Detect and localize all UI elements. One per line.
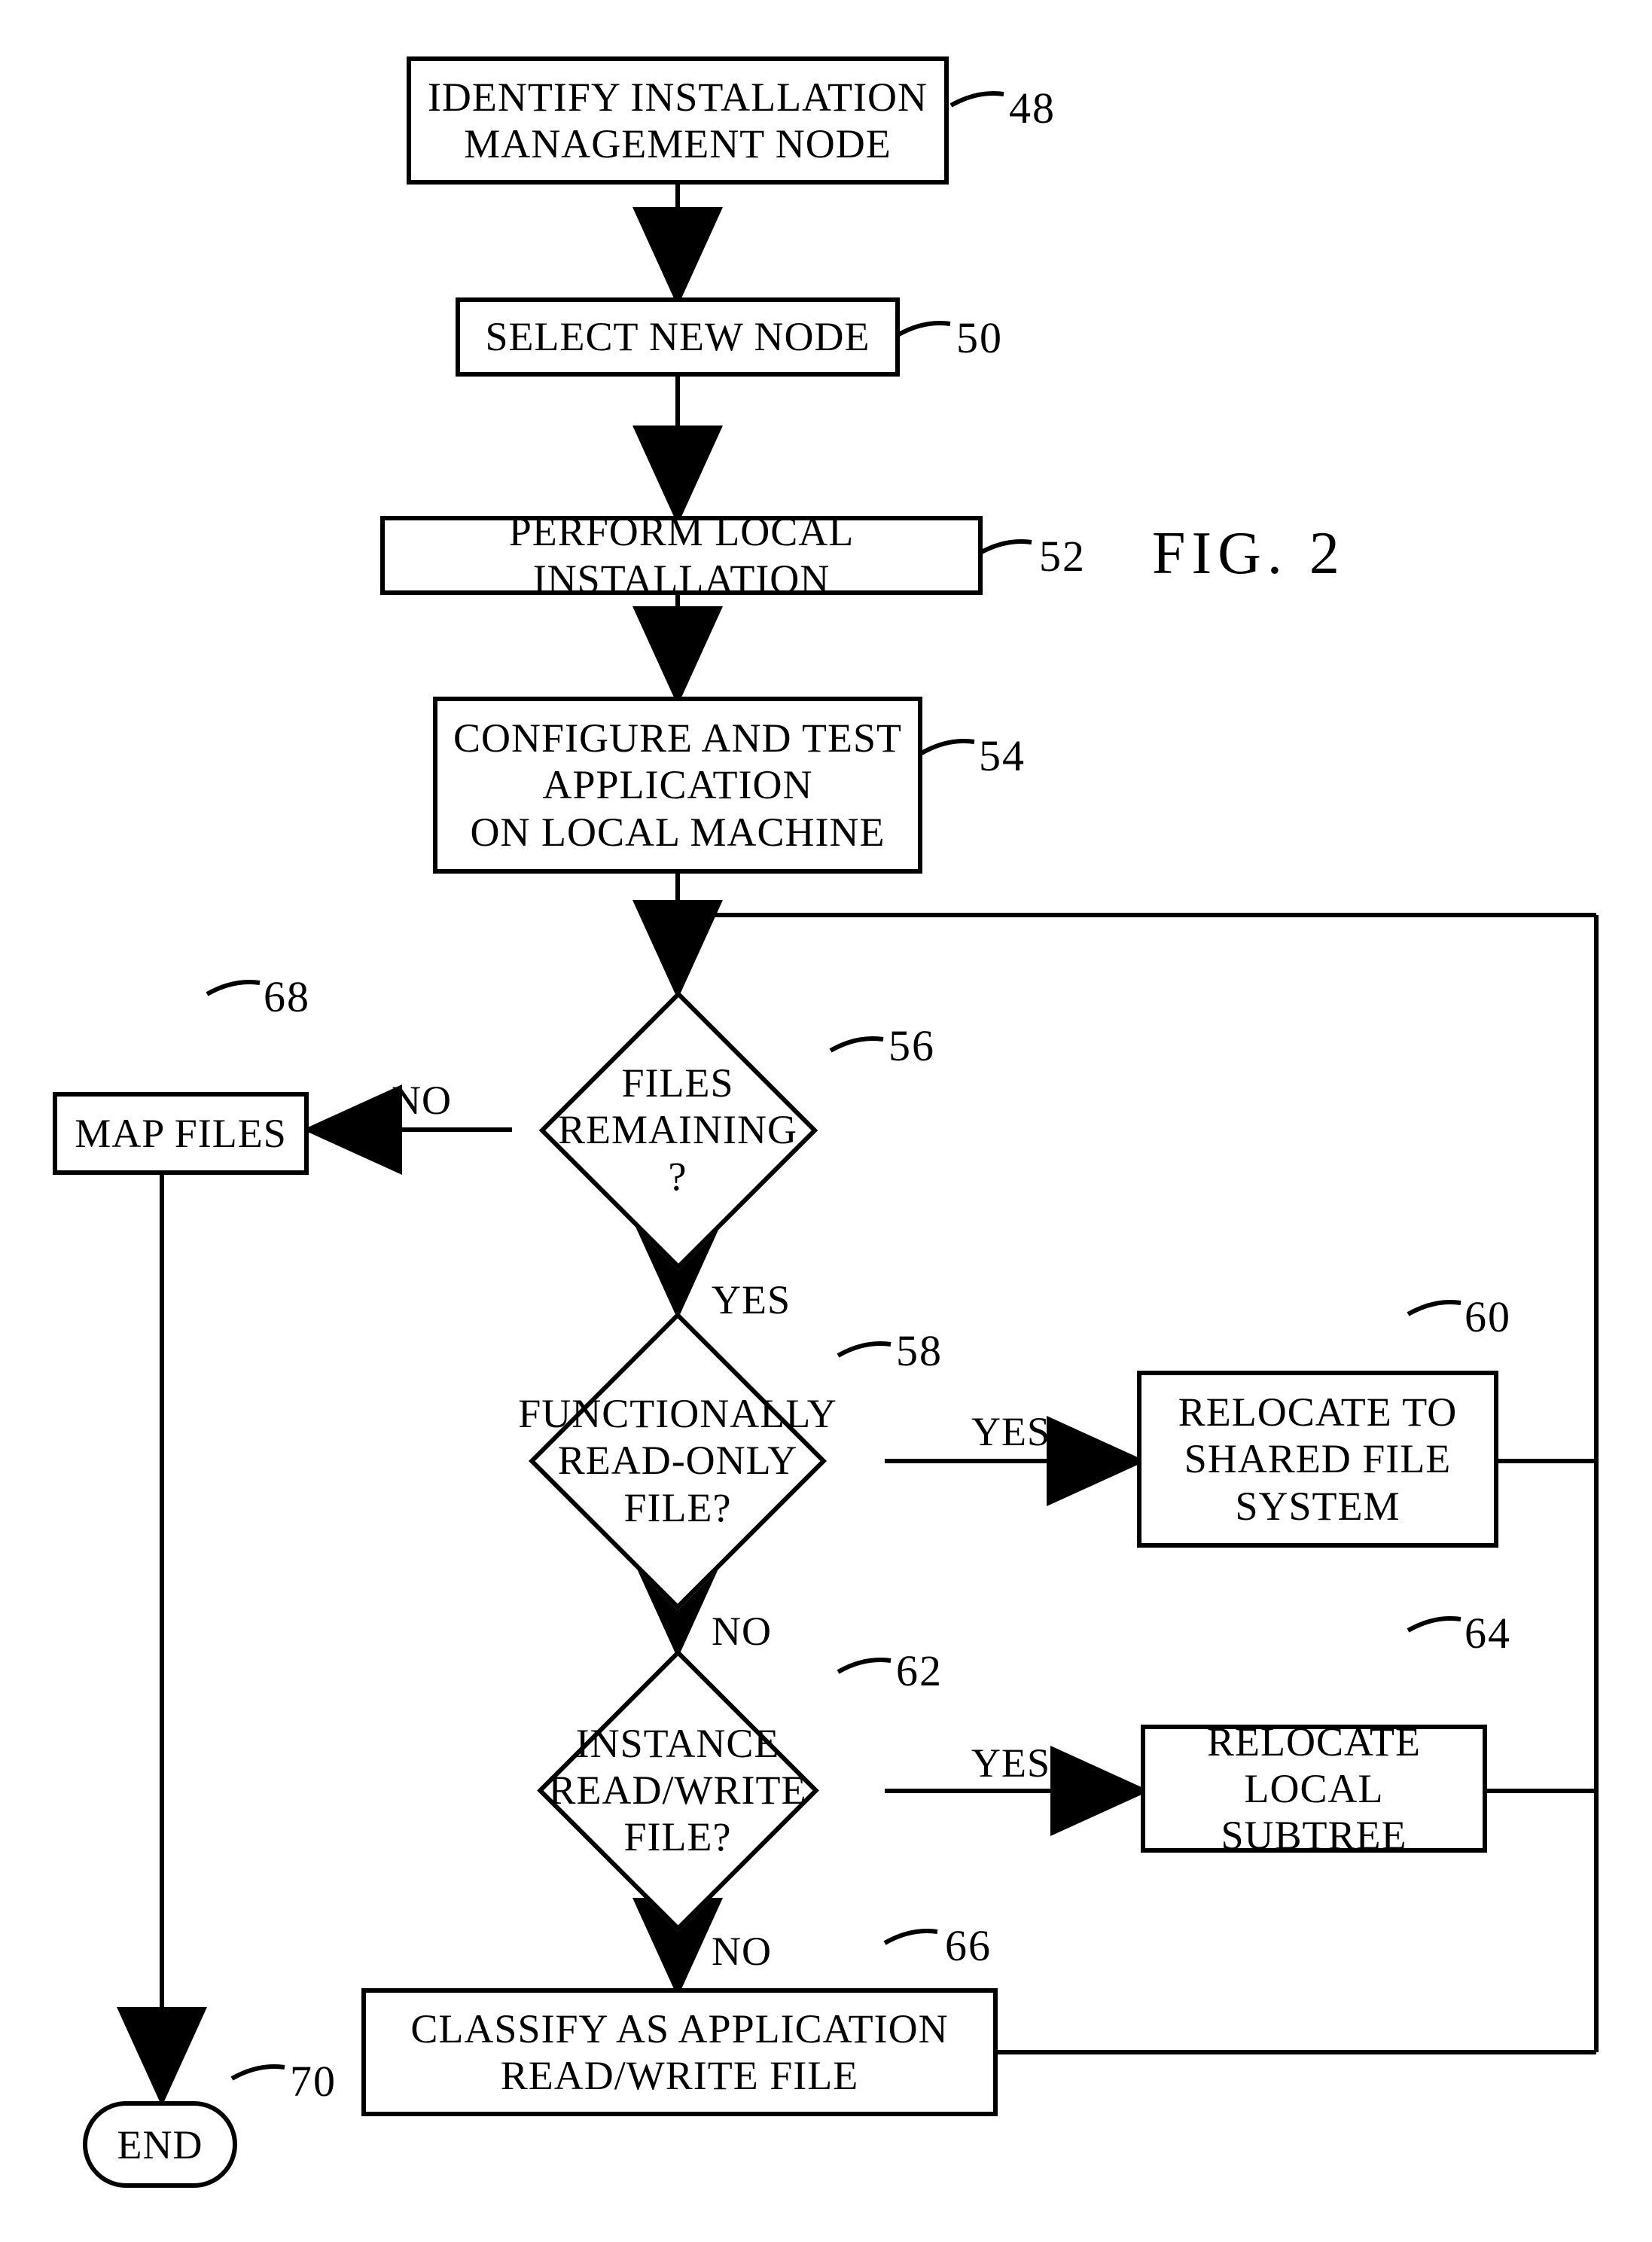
edge-label-58-no: NO: [712, 1608, 772, 1655]
process-identify-installation-management-node: IDENTIFY INSTALLATION MANAGEMENT NODE: [407, 56, 949, 185]
ref-num-66: 66: [945, 1920, 992, 1971]
figure-label: FIG. 2: [1152, 520, 1346, 588]
process-map-files: MAP FILES: [53, 1092, 309, 1175]
edge-label-62-no: NO: [712, 1928, 772, 1975]
ref-num-60: 60: [1465, 1292, 1511, 1342]
ref-num-62: 62: [896, 1646, 943, 1696]
ref-num-70: 70: [290, 2056, 337, 2106]
process-relocate-to-shared-file-system: RELOCATE TO SHARED FILE SYSTEM: [1137, 1371, 1498, 1548]
process-relocate-local-subtree: RELOCATE LOCAL SUBTREE: [1141, 1725, 1487, 1853]
process-classify-as-application-read-write-file: CLASSIFY AS APPLICATION READ/WRITE FILE: [361, 1988, 998, 2116]
ref-num-54: 54: [979, 731, 1026, 781]
process-perform-local-installation: PERFORM LOCAL INSTALLATION: [380, 516, 983, 595]
terminal-end: END: [83, 2101, 237, 2188]
ref-num-64: 64: [1465, 1608, 1511, 1658]
ref-num-48: 48: [1009, 83, 1056, 133]
ref-num-52: 52: [1039, 531, 1086, 581]
process-configure-and-test-application: CONFIGURE AND TEST APPLICATION ON LOCAL …: [433, 697, 922, 874]
process-select-new-node: SELECT NEW NODE: [456, 297, 900, 377]
edge-label-62-yes: YES: [971, 1740, 1050, 1786]
ref-num-68: 68: [264, 972, 310, 1022]
ref-num-58: 58: [896, 1325, 943, 1376]
ref-num-50: 50: [956, 313, 1003, 363]
ref-num-56: 56: [888, 1020, 935, 1071]
edge-label-56-yes: YES: [712, 1277, 791, 1323]
edge-label-58-yes: YES: [971, 1408, 1050, 1455]
edge-label-56-no: NO: [392, 1077, 452, 1124]
